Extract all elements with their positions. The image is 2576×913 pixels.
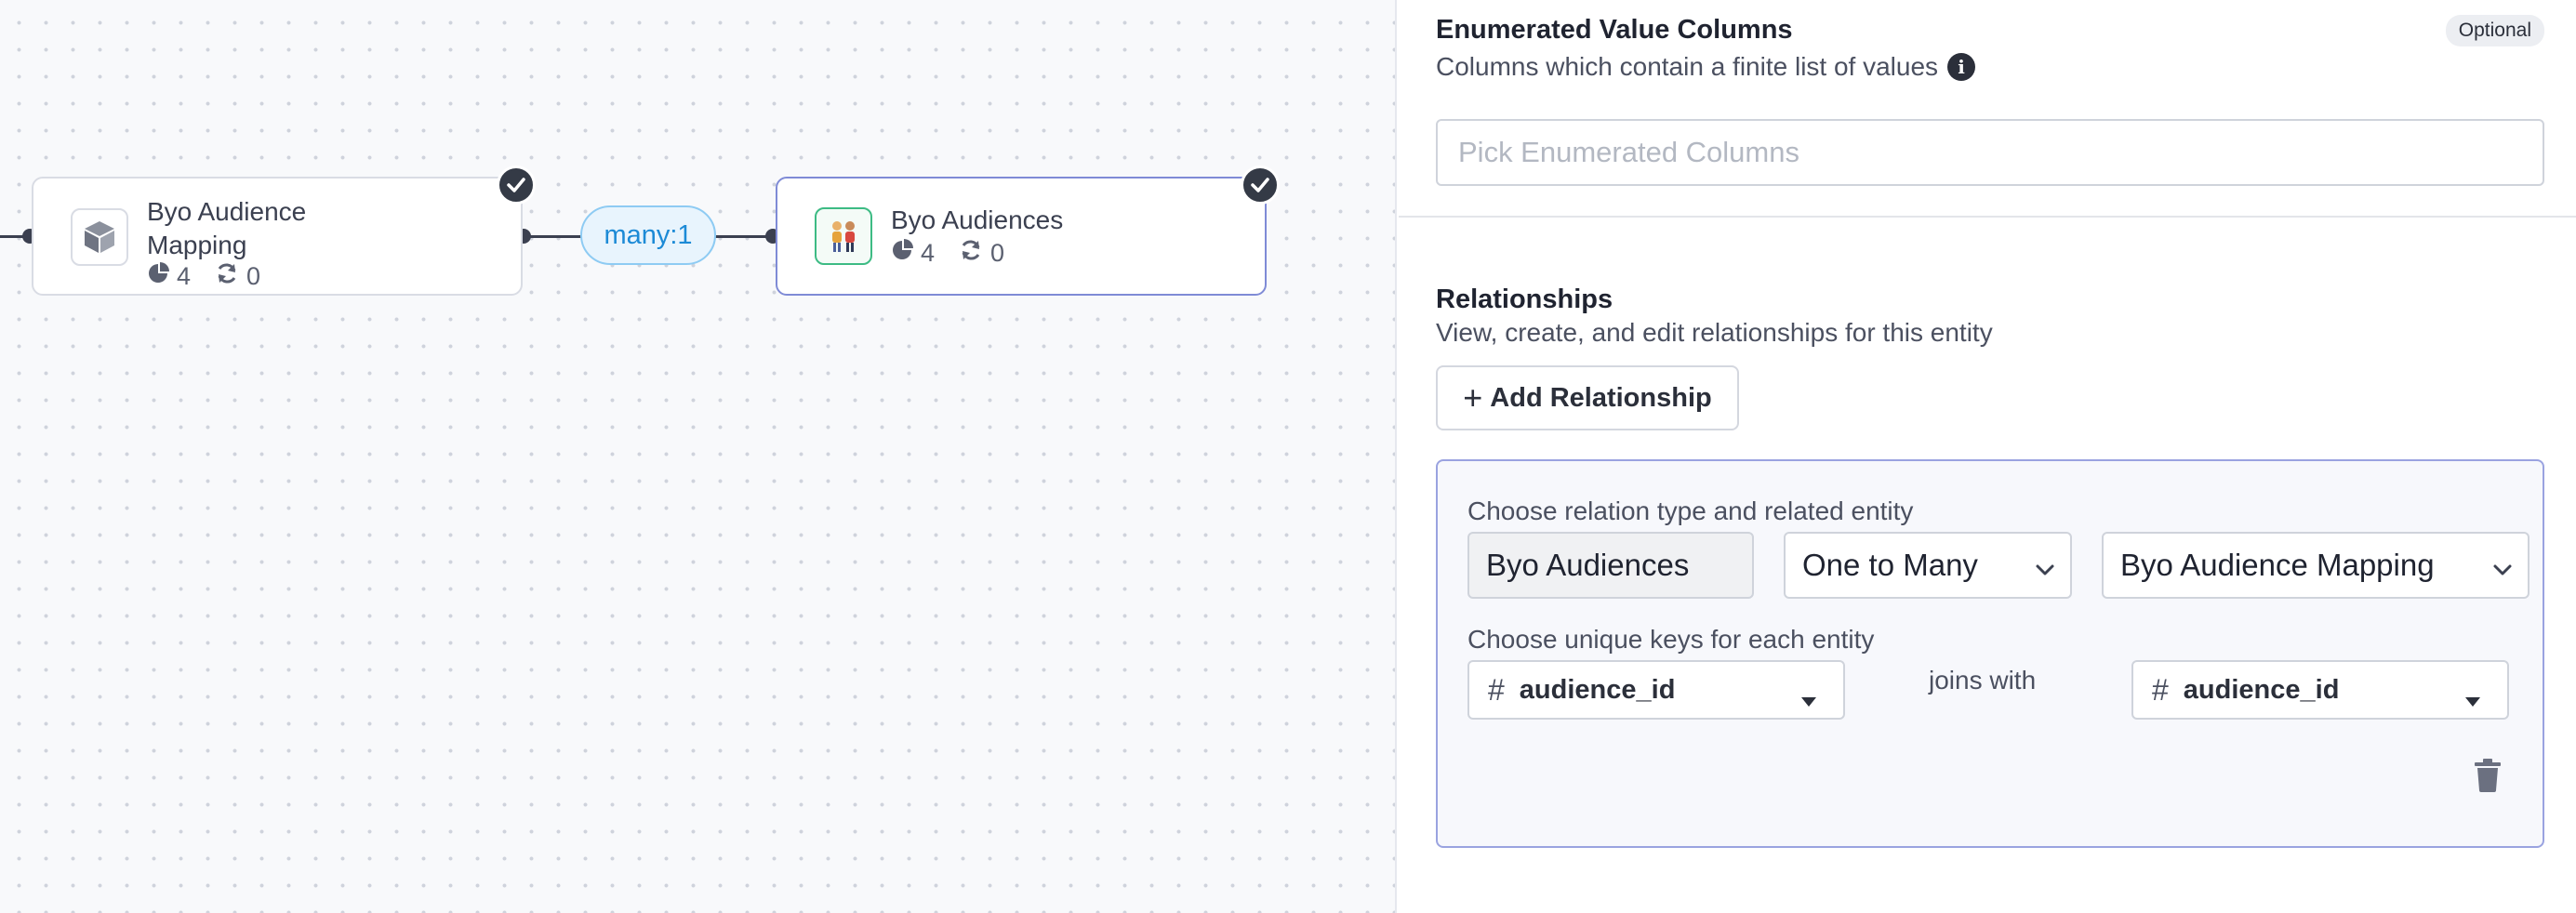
plus-icon: + [1463,378,1483,417]
target-key-value: audience_id [2183,674,2340,705]
source-key-value: audience_id [1519,674,1676,705]
add-relationship-button[interactable]: + Add Relationship [1436,365,1739,430]
sync-count: 0 [246,262,261,290]
target-key-select[interactable]: # audience_id [2131,660,2509,720]
entity-node-byo-audiences[interactable]: Byo Audiences 4 0 [776,165,1280,296]
caret-down-icon [2464,684,2481,715]
relationship-cardinality-pill[interactable]: many:1 [580,205,716,265]
hash-icon: # [1488,672,1505,707]
graph-canvas[interactable]: Byo Audience Mapping 4 0 many:1 Byo Audi… [0,0,1397,913]
chevron-down-icon [2490,554,2515,589]
columns-count: 4 [177,262,192,290]
pie-chart-icon [891,239,913,268]
chevron-down-icon [2033,554,2057,589]
node-title: Byo Audiences [891,205,1064,234]
pie-chart-icon [147,262,169,291]
sync-icon [959,239,983,268]
sync-icon [215,262,239,291]
node-title-line1: Byo Audience [147,197,307,226]
enumerated-columns-title: Enumerated Value Columns [1436,15,1793,45]
section-divider [1399,216,2576,218]
relationship-card: Choose relation type and related entity … [1436,459,2544,848]
sync-count: 0 [990,239,1005,267]
node-title-line2: Mapping [147,231,247,259]
relation-type-label: Choose relation type and related entity [1467,496,1914,525]
check-icon [497,165,536,205]
unique-keys-label: Choose unique keys for each entity [1467,625,1875,654]
info-icon[interactable]: i [1947,53,1976,81]
related-entity-select[interactable]: Byo Audience Mapping [2102,532,2530,599]
hash-icon: # [2152,672,2169,707]
source-entity-field: Byo Audiences [1467,532,1754,599]
enumerated-columns-subtitle-row: Columns which contain a finite list of v… [1436,52,1976,82]
check-icon [1241,165,1280,205]
columns-count: 4 [921,239,936,267]
relationships-title: Relationships [1436,284,1613,314]
delete-relationship-trash-icon[interactable] [2474,759,2502,797]
people-icon [815,207,872,265]
related-entity-value: Byo Audience Mapping [2120,548,2435,582]
joins-with-text: joins with [1929,666,2037,695]
enumerated-columns-picker[interactable]: Pick Enumerated Columns [1436,119,2544,186]
entity-node-byo-audience-mapping[interactable]: Byo Audience Mapping 4 0 [32,165,536,296]
cube-icon [71,208,128,266]
enumerated-columns-subtitle: Columns which contain a finite list of v… [1436,52,1939,81]
caret-down-icon [1800,684,1817,715]
source-key-select[interactable]: # audience_id [1467,660,1845,720]
source-entity-value: Byo Audiences [1486,548,1690,582]
relationships-subtitle: View, create, and edit relationships for… [1436,318,1993,347]
add-relationship-label: Add Relationship [1490,382,1712,413]
relation-type-select[interactable]: One to Many [1784,532,2072,599]
relation-type-value: One to Many [1802,548,1978,582]
optional-badge: Optional [2445,15,2544,46]
entity-settings-panel: Enumerated Value Columns Optional Column… [1399,0,2576,913]
